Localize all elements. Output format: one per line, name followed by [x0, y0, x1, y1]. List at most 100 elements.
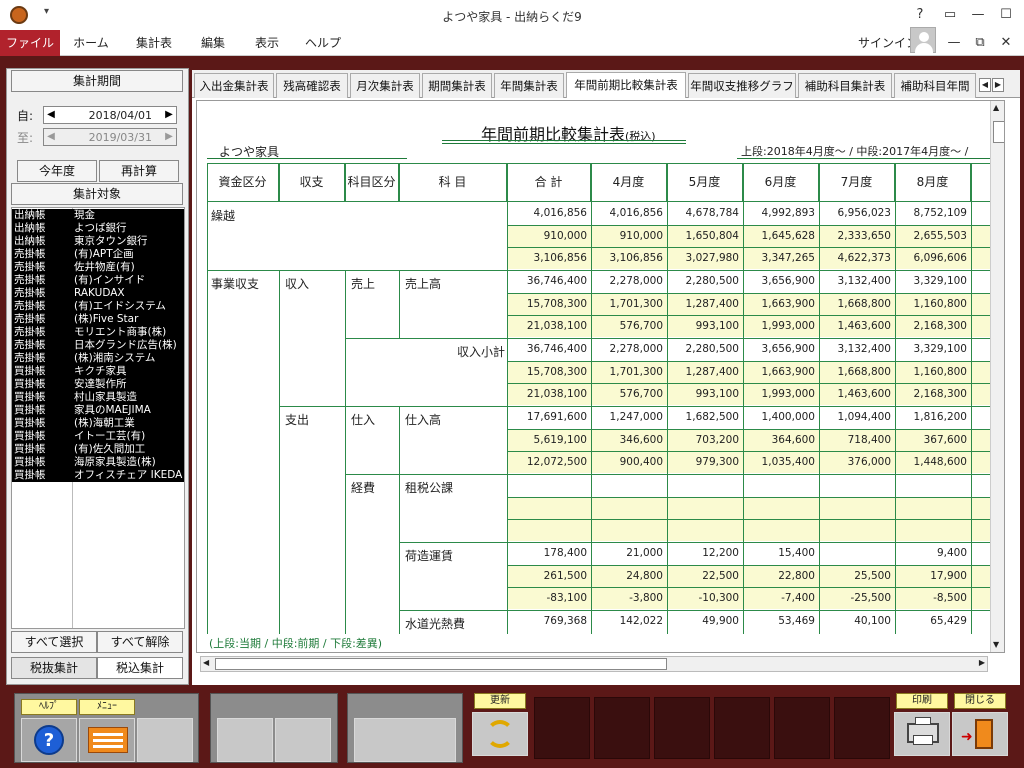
account-name: 日本グランド広告(株): [74, 339, 177, 351]
tab-balance[interactable]: 残高確認表: [276, 73, 348, 98]
from-date-field[interactable]: ◀ 2018/04/01 ▶: [43, 106, 177, 124]
tab-period[interactable]: 期間集計表: [422, 73, 492, 98]
menu-view[interactable]: 表示: [242, 30, 292, 56]
ribbon-display-icon[interactable]: ▭: [936, 4, 964, 26]
account-row[interactable]: 出納帳 東京タウン銀行: [12, 235, 184, 248]
table-cell: 1,668,800: [837, 298, 891, 310]
close-button[interactable]: ➜: [952, 712, 1008, 756]
menu-edit[interactable]: 編集: [188, 30, 238, 56]
toolbar-group-3: [347, 693, 463, 763]
table-cell: 1,160,800: [913, 366, 967, 378]
table-cell: 12,072,500: [526, 456, 587, 468]
account-row[interactable]: 売掛帳 モリエント商事(株): [12, 326, 184, 339]
this-year-button[interactable]: 今年度: [17, 160, 97, 182]
prev-arrow-icon[interactable]: ◀: [46, 108, 56, 122]
account-type: 売掛帳: [14, 313, 46, 325]
account-row[interactable]: 売掛帳 (有)インサイド: [12, 274, 184, 287]
account-row[interactable]: 出納帳 よつば銀行: [12, 222, 184, 235]
empty-slot: [275, 718, 331, 762]
account-name: 家具のMAEJIMA: [74, 404, 151, 416]
recalc-button[interactable]: 再計算: [99, 160, 179, 182]
account-row[interactable]: 買掛帳 キクチ家具: [12, 365, 184, 378]
table-cell: 2,278,000: [609, 275, 663, 287]
menu-button[interactable]: [79, 718, 135, 762]
menu-file[interactable]: ファイル: [0, 30, 60, 56]
account-type: 売掛帳: [14, 339, 46, 351]
ribbon-minimize-icon[interactable]: —: [940, 32, 968, 54]
vertical-scroll-thumb[interactable]: [993, 121, 1004, 143]
account-row[interactable]: 売掛帳 佐井物産(有): [12, 261, 184, 274]
account-name: イトー工芸(有): [74, 430, 146, 442]
account-name: 現金: [74, 209, 95, 221]
help-icon[interactable]: ?: [906, 4, 934, 26]
table-cell: 21,038,100: [526, 388, 587, 400]
account-row[interactable]: 買掛帳 家具のMAEJIMA: [12, 404, 184, 417]
tax-included-tab[interactable]: 税込集計: [97, 657, 183, 679]
account-row[interactable]: 買掛帳 オフィスチェア IKEDA: [12, 469, 184, 482]
menu-help[interactable]: ヘルプ: [296, 30, 350, 56]
deselect-all-button[interactable]: すべて解除: [97, 631, 183, 653]
help-button[interactable]: ?: [21, 718, 77, 762]
column-header: 6月度: [743, 163, 819, 201]
table-cell: 1,816,200: [913, 411, 967, 423]
next-arrow-icon[interactable]: ▶: [164, 108, 174, 122]
tab-scroll-left-icon[interactable]: ◀: [979, 78, 991, 92]
horizontal-scroll-thumb[interactable]: [215, 658, 667, 670]
table-cell: [591, 497, 667, 519]
refresh-button[interactable]: [472, 712, 528, 756]
account-row[interactable]: 売掛帳 (有)APT企画: [12, 248, 184, 261]
tab-sub-account[interactable]: 補助科目集計表: [798, 73, 892, 98]
tab-annual-comparison[interactable]: 年間前期比較集計表: [566, 72, 686, 98]
minimize-icon[interactable]: —: [964, 4, 992, 26]
tab-scroll-right-icon[interactable]: ▶: [992, 78, 1004, 92]
menu-home[interactable]: ホーム: [62, 30, 120, 56]
signin-link[interactable]: サインイン: [858, 34, 918, 51]
account-row[interactable]: 買掛帳 (株)海朝工業: [12, 417, 184, 430]
tax-excluded-tab[interactable]: 税抜集計: [11, 657, 97, 679]
tab-annual-graph[interactable]: 年間収支推移グラフ: [688, 73, 796, 98]
print-button[interactable]: [894, 712, 950, 756]
maximize-icon[interactable]: ☐: [992, 4, 1020, 26]
close-icon[interactable]: [1020, 4, 1024, 26]
table-cell: 142,022: [619, 615, 663, 627]
horizontal-scrollbar[interactable]: ◀ ▶: [200, 656, 988, 672]
account-type: 売掛帳: [14, 326, 46, 338]
period-button[interactable]: 集計期間: [11, 70, 183, 92]
target-button[interactable]: 集計対象: [11, 183, 183, 205]
menu-summary[interactable]: 集計表: [124, 30, 184, 56]
table-cell: 3,132,400: [837, 343, 891, 355]
select-all-button[interactable]: すべて選択: [11, 631, 97, 653]
account-name: 東京タウン銀行: [74, 235, 148, 247]
account-row[interactable]: 買掛帳 (有)佐久間加工: [12, 443, 184, 456]
label-shunyu: 収入: [285, 277, 310, 291]
toolbar-group-2: [210, 693, 338, 763]
table-cell: 3,106,856: [609, 252, 663, 264]
doc-close-icon[interactable]: ✕: [992, 32, 1020, 54]
account-row[interactable]: 売掛帳 (株)湘南システム: [12, 352, 184, 365]
table-cell: 1,701,300: [609, 298, 663, 310]
account-row[interactable]: 買掛帳 安達製作所: [12, 378, 184, 391]
account-row[interactable]: 売掛帳 (株)Five Star: [12, 313, 184, 326]
tab-sub-account-annual[interactable]: 補助科目年間: [894, 73, 976, 98]
refresh-icon: [486, 720, 514, 748]
account-type: 買掛帳: [14, 365, 46, 377]
label-shiire: 仕入: [351, 413, 376, 427]
tab-cashflow[interactable]: 入出金集計表: [194, 73, 274, 98]
account-row[interactable]: 買掛帳 村山家具製造: [12, 391, 184, 404]
vertical-scrollbar[interactable]: ▲ ▼: [990, 101, 1004, 652]
tab-annual[interactable]: 年間集計表: [494, 73, 564, 98]
table-cell: 65,429: [930, 615, 967, 627]
account-list[interactable]: 出納帳 現金 出納帳 よつば銀行 出納帳 東京タウン銀行 売掛帳 (有)APT企画 売掛帳 佐井物…: [11, 207, 185, 629]
user-avatar-icon[interactable]: [910, 27, 936, 53]
account-row[interactable]: 売掛帳 日本グランド広告(株): [12, 339, 184, 352]
account-type: 買掛帳: [14, 430, 46, 442]
restore-icon[interactable]: ⧉: [966, 32, 994, 54]
account-type: 買掛帳: [14, 378, 46, 390]
account-row[interactable]: 買掛帳 イトー工芸(有): [12, 430, 184, 443]
account-name: (株)Five Star: [74, 313, 139, 325]
account-row[interactable]: 売掛帳 RAKUDAX: [12, 287, 184, 300]
account-row[interactable]: 売掛帳 (有)エイドシステム: [12, 300, 184, 313]
account-row[interactable]: 買掛帳 海原家具製造(株): [12, 456, 184, 469]
account-row[interactable]: 出納帳 現金: [12, 209, 184, 222]
tab-monthly[interactable]: 月次集計表: [350, 73, 420, 98]
